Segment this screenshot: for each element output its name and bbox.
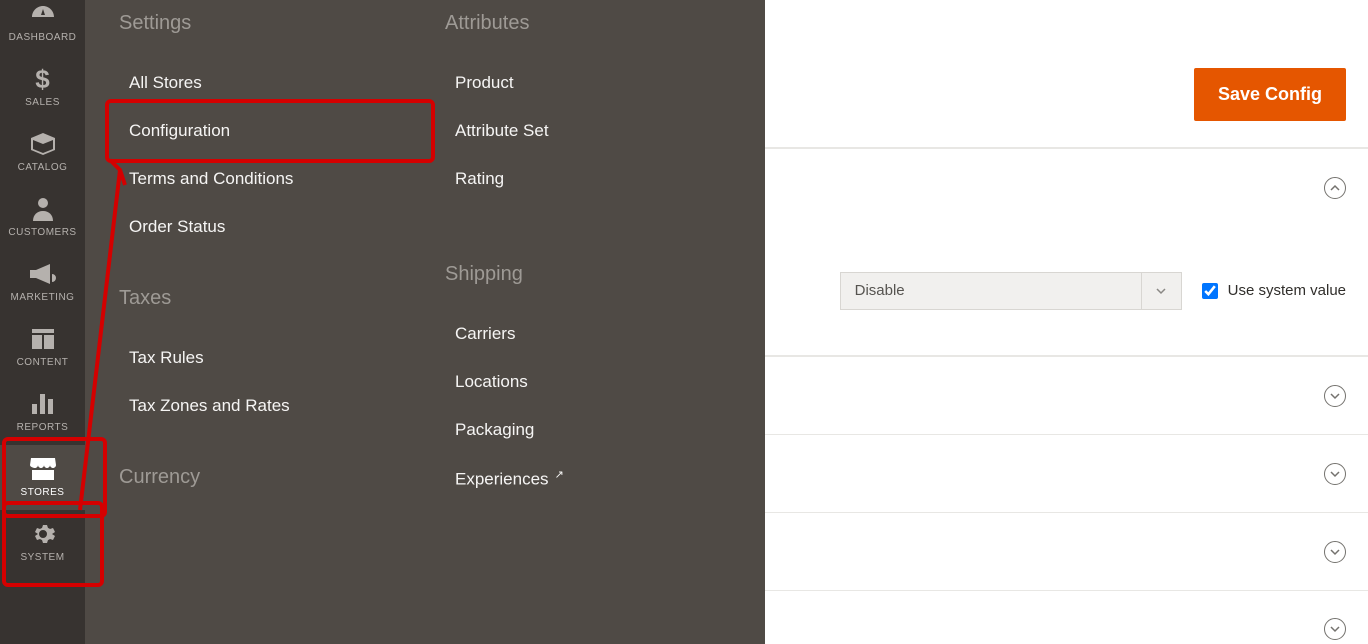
sidebar-item-label: REPORTS [17,422,69,433]
sidebar-item-content[interactable]: CONTENT [0,315,85,380]
flyout-heading-shipping: Shipping [445,263,731,286]
chevron-down-icon[interactable] [1324,541,1346,563]
sidebar-item-label: CUSTOMERS [8,227,76,238]
flyout-link-attribute-set[interactable]: Attribute Set [445,107,731,155]
sidebar-item-label: DASHBOARD [9,32,77,43]
sidebar-item-label: CATALOG [18,162,68,173]
main-sidebar: DASHBOARD $ SALES CATALOG CUSTOMERS MARK… [0,0,85,644]
flyout-link-terms-and-conditions[interactable]: Terms and Conditions [119,155,405,203]
flyout-heading-settings: Settings [119,12,405,35]
external-link-icon: ↗ [555,468,564,481]
flyout-link-label: Experiences [455,470,549,489]
chevron-down-icon[interactable] [1141,273,1181,309]
sidebar-item-marketing[interactable]: MARKETING [0,250,85,315]
flyout-heading-taxes: Taxes [119,287,405,310]
enable-select[interactable]: Disable [840,272,1182,310]
gear-icon [31,520,55,548]
sidebar-item-dashboard[interactable]: DASHBOARD [0,0,85,55]
flyout-link-tax-rules[interactable]: Tax Rules [119,334,405,382]
bar-chart-icon [32,390,54,418]
sidebar-item-label: STORES [21,487,65,498]
layout-icon [32,325,54,353]
flyout-link-rating[interactable]: Rating [445,155,731,203]
use-system-label: Use system value [1228,282,1346,299]
save-config-button[interactable]: Save Config [1194,68,1346,121]
sidebar-item-label: CONTENT [17,357,69,368]
gauge-icon [31,0,55,28]
storefront-icon [30,455,56,483]
flyout-heading-attributes: Attributes [445,12,731,35]
config-section-row[interactable] [765,356,1368,434]
megaphone-icon [30,260,56,288]
flyout-link-product[interactable]: Product [445,59,731,107]
flyout-link-order-status[interactable]: Order Status [119,203,405,251]
chevron-down-icon[interactable] [1324,463,1346,485]
sidebar-item-catalog[interactable]: CATALOG [0,120,85,185]
use-system-checkbox[interactable] [1202,283,1218,299]
flyout-heading-currency: Currency [119,466,405,489]
box-icon [30,130,56,158]
sidebar-item-sales[interactable]: $ SALES [0,55,85,120]
sidebar-item-label: MARKETING [11,292,75,303]
chevron-down-icon[interactable] [1324,618,1346,640]
sidebar-item-stores[interactable]: STORES [0,445,85,510]
sidebar-item-customers[interactable]: CUSTOMERS [0,185,85,250]
stores-flyout: Settings All Stores Configuration Terms … [85,0,765,644]
flyout-link-all-stores[interactable]: All Stores [119,59,405,107]
config-main: Save Config Disable Use system value [765,0,1368,644]
config-section-row[interactable] [765,148,1368,226]
flyout-link-carriers[interactable]: Carriers [445,310,731,358]
config-section-row[interactable] [765,512,1368,590]
sidebar-item-system[interactable]: SYSTEM [0,510,85,575]
chevron-down-icon[interactable] [1324,385,1346,407]
sidebar-item-label: SALES [25,97,60,108]
chevron-up-icon[interactable] [1324,177,1346,199]
flyout-link-packaging[interactable]: Packaging [445,406,731,454]
person-icon [33,195,53,223]
flyout-link-tax-zones-and-rates[interactable]: Tax Zones and Rates [119,382,405,430]
flyout-link-configuration[interactable]: Configuration [119,107,405,155]
flyout-link-experiences[interactable]: Experiences ↗ [445,454,731,504]
dollar-icon: $ [35,65,49,93]
config-form-row: Disable Use system value [765,226,1368,356]
config-section-row[interactable] [765,434,1368,512]
use-system-value[interactable]: Use system value [1202,282,1346,299]
sidebar-item-label: SYSTEM [20,552,64,563]
sidebar-item-reports[interactable]: REPORTS [0,380,85,445]
config-section-row[interactable] [765,590,1368,644]
flyout-link-locations[interactable]: Locations [445,358,731,406]
select-value: Disable [841,282,1141,299]
